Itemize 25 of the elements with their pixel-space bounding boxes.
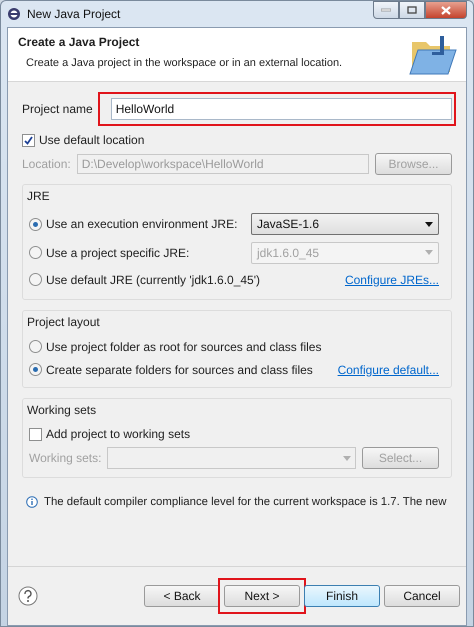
- radio-label: Create separate folders for sources and class files: [46, 362, 313, 376]
- dialog-button[interactable]: Next >: [224, 585, 300, 607]
- checkbox-label: Add project to working sets: [46, 427, 190, 441]
- window-title: New Java Project: [27, 7, 122, 21]
- dialog-button[interactable]: < Back: [144, 585, 220, 607]
- info-message: The default compiler compliance level for the current workspace is 1.7. The new: [44, 496, 446, 508]
- project-name-field[interactable]: HelloWorld: [110, 98, 452, 120]
- group-title: Working sets: [27, 403, 98, 417]
- checkbox-label: Use default location: [39, 133, 144, 147]
- field-label: Location:: [22, 157, 71, 171]
- radio-label: Use an execution environment JRE:: [46, 217, 238, 231]
- jre-dropdown[interactable]: JavaSE-1.6: [251, 213, 439, 235]
- radio-label: Use a project specific JRE:: [46, 246, 190, 260]
- group-title: JRE: [27, 189, 51, 203]
- configure-link[interactable]: Configure JREs...: [344, 272, 439, 286]
- radio-label: Use project folder as root for sources and class files: [46, 340, 322, 354]
- dialog-button[interactable]: Cancel: [384, 585, 460, 607]
- field-label: Working sets:: [29, 451, 102, 465]
- dialog-button[interactable]: Finish: [304, 585, 380, 607]
- radio-label: Use default JRE (currently 'jdk1.6.0_45'): [46, 272, 260, 286]
- page-title: Create a Java Project: [18, 35, 140, 49]
- field-label: Project name: [22, 102, 93, 116]
- configure-link[interactable]: Configure default...: [338, 362, 439, 376]
- group-title: Project layout: [27, 315, 101, 329]
- page-description: Create a Java project in the workspace or in an external location.: [26, 57, 342, 69]
